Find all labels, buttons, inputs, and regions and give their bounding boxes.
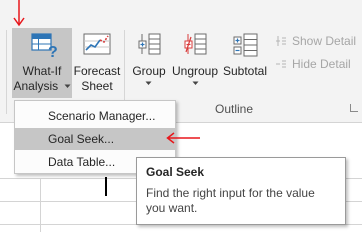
svg-text:?: ?: [48, 44, 58, 61]
tooltip-title: Goal Seek: [146, 165, 205, 179]
group-button[interactable]: Group: [130, 28, 168, 98]
tooltip-body-line1: Find the right input for the value: [146, 186, 315, 200]
red-arrow-annotation-icon: [166, 132, 200, 144]
outline-group-label: Outline: [215, 102, 254, 116]
show-detail-label: Show Detail: [292, 33, 357, 48]
ribbon-divider: [6, 30, 7, 114]
dialog-launcher-icon[interactable]: [350, 104, 358, 112]
what-if-analysis-icon: ?: [31, 33, 58, 61]
hide-detail-icon: [274, 57, 288, 71]
hide-detail-label: Hide Detail: [292, 56, 351, 71]
subtotal-button[interactable]: Subtotal: [222, 28, 268, 98]
what-if-label-line1: What-If: [22, 64, 62, 78]
chevron-down-icon: [64, 84, 71, 89]
goal-seek-tooltip: Goal Seek Find the right input for the v…: [136, 157, 346, 225]
what-if-analysis-button[interactable]: ? What-If Analysis: [12, 28, 72, 98]
menu-item-scenario-manager[interactable]: Scenario Manager...: [15, 105, 175, 127]
menu-item-goal-seek[interactable]: Goal Seek...: [15, 128, 175, 150]
show-detail-icon: [274, 34, 288, 48]
grid-line: [40, 178, 41, 232]
group-label: Group: [132, 64, 166, 86]
subtotal-icon: [233, 33, 258, 57]
ungroup-icon: [184, 33, 207, 55]
ungroup-label: Ungroup: [172, 64, 218, 86]
what-if-label-line2: Analysis: [13, 79, 71, 94]
chevron-down-icon: [145, 81, 152, 85]
text-cursor: [105, 177, 107, 196]
forecast-sheet-button[interactable]: Forecast Sheet: [73, 28, 121, 98]
ungroup-button[interactable]: Ungroup: [170, 28, 220, 98]
forecast-label-line1: Forecast: [73, 64, 121, 78]
tooltip-body-line2: you want.: [146, 201, 198, 215]
group-icon: [138, 33, 161, 55]
subtotal-label: Subtotal: [222, 64, 268, 78]
show-detail-button[interactable]: Show Detail: [274, 32, 356, 49]
red-arrow-annotation-icon: [13, 0, 25, 27]
forecast-label-line2: Sheet: [81, 79, 113, 93]
chevron-down-icon: [192, 81, 198, 85]
hide-detail-button[interactable]: Hide Detail: [274, 55, 351, 72]
forecast-sheet-icon: [83, 33, 111, 55]
